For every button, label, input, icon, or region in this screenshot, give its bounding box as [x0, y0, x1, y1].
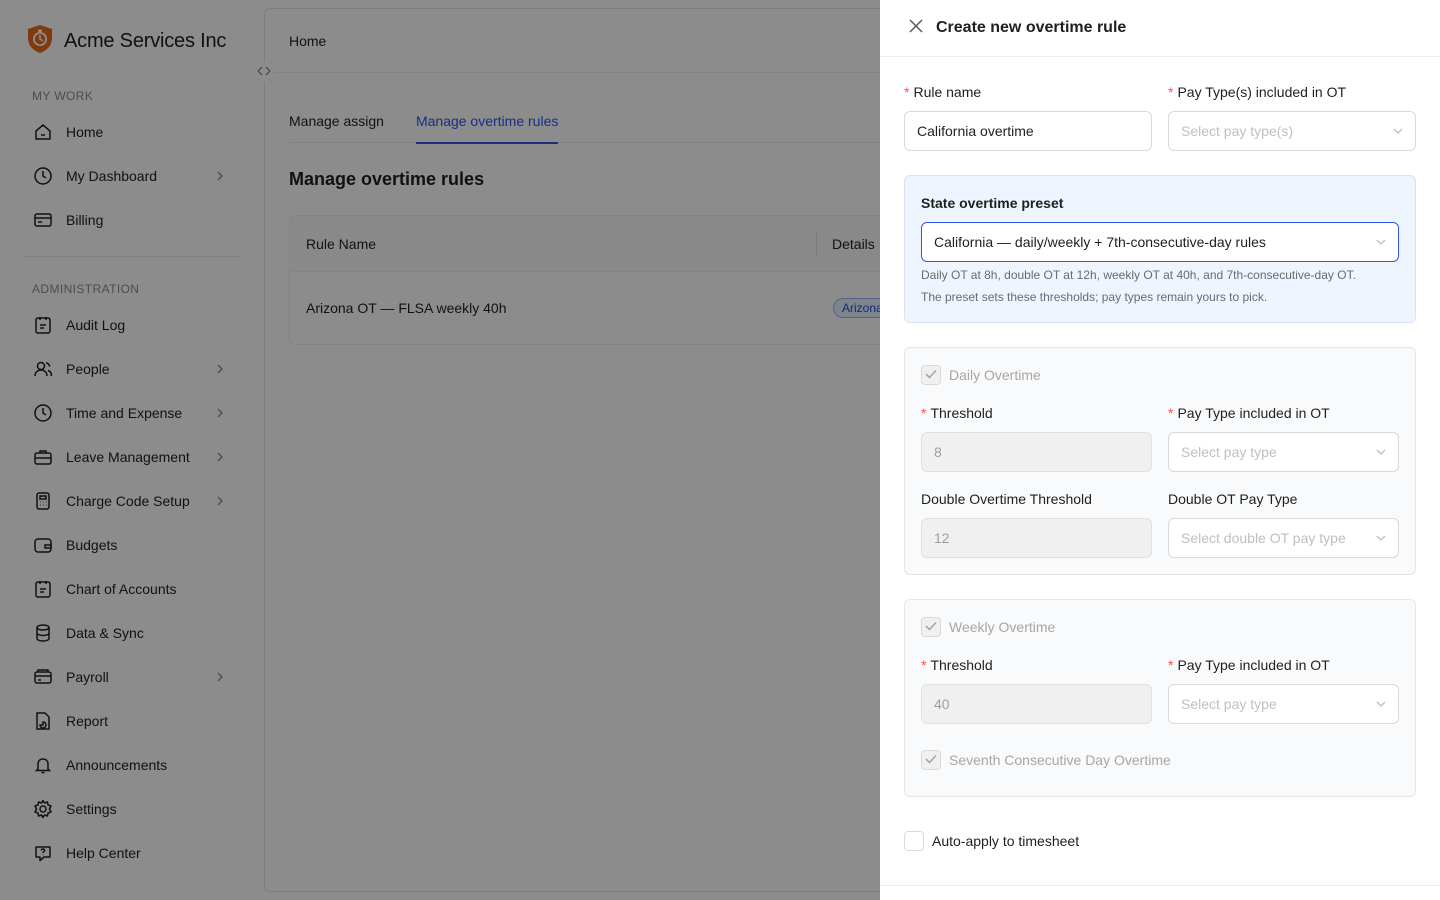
daily-pay-type-select[interactable]: Select pay type — [1168, 432, 1399, 472]
daily-overtime-checkbox[interactable] — [921, 365, 941, 385]
preset-value: California — daily/weekly + 7th-consecut… — [934, 234, 1266, 250]
daily-overtime-label: Daily Overtime — [949, 367, 1041, 383]
preset-help-line: The preset sets these thresholds; pay ty… — [921, 290, 1268, 304]
daily-pay-type-label: * Pay Type included in OT — [1168, 405, 1330, 421]
daily-threshold-label: * Threshold — [921, 405, 993, 421]
double-threshold-input[interactable]: 12 — [921, 518, 1152, 558]
create-overtime-rule-drawer: Create new overtime rule * Rule name Cali… — [880, 0, 1440, 900]
daily-overtime-checkbox-row[interactable]: Daily Overtime — [921, 365, 1041, 385]
check-icon — [925, 751, 937, 769]
weekly-overtime-label: Weekly Overtime — [949, 619, 1056, 635]
drawer-footer-divider — [880, 885, 1440, 886]
daily-threshold-input[interactable]: 8 — [921, 432, 1152, 472]
seventh-day-checkbox-row[interactable]: Seventh Consecutive Day Overtime — [921, 750, 1171, 770]
chevron-down-icon — [1374, 531, 1388, 545]
chevron-down-icon — [1374, 445, 1388, 459]
chevron-down-icon — [1391, 124, 1405, 138]
state-preset-select[interactable]: California — daily/weekly + 7th-consecut… — [921, 222, 1399, 262]
double-pay-type-placeholder: Select double OT pay type — [1181, 530, 1346, 546]
drawer-header: Create new overtime rule — [880, 0, 1440, 57]
weekly-pay-type-select[interactable]: Select pay type — [1168, 684, 1399, 724]
weekly-pay-type-placeholder: Select pay type — [1181, 696, 1277, 712]
double-pay-type-select[interactable]: Select double OT pay type — [1168, 518, 1399, 558]
chevron-down-icon — [1374, 697, 1388, 711]
preset-help-line: Daily OT at 8h, double OT at 12h, weekly… — [921, 268, 1356, 282]
double-pay-type-label: Double OT Pay Type — [1168, 491, 1298, 507]
check-icon — [925, 366, 937, 384]
pay-types-placeholder: Select pay type(s) — [1181, 123, 1294, 139]
daily-overtime-card: Daily Overtime * Threshold 8 * Pay Type in… — [904, 347, 1416, 575]
close-button[interactable] — [906, 18, 926, 38]
weekly-pay-type-label: * Pay Type included in OT — [1168, 657, 1330, 673]
pay-types-label: * Pay Type(s) included in OT — [1168, 84, 1347, 100]
auto-apply-checkbox-row[interactable]: Auto-apply to timesheet — [904, 831, 1079, 851]
modal-overlay[interactable] — [0, 0, 880, 900]
check-icon — [925, 618, 937, 636]
daily-pay-type-placeholder: Select pay type — [1181, 444, 1277, 460]
auto-apply-label: Auto-apply to timesheet — [932, 833, 1080, 849]
weekly-threshold-label: * Threshold — [921, 657, 993, 673]
auto-apply-checkbox[interactable] — [904, 831, 924, 851]
seventh-day-checkbox[interactable] — [921, 750, 941, 770]
pay-types-select[interactable]: Select pay type(s) — [1168, 111, 1416, 151]
weekly-overtime-checkbox-row[interactable]: Weekly Overtime — [921, 617, 1055, 637]
chevron-down-icon — [1374, 235, 1388, 249]
seventh-day-label: Seventh Consecutive Day Overtime — [949, 752, 1171, 768]
double-threshold-label: Double Overtime Threshold — [921, 491, 1092, 507]
state-preset-panel: State overtime preset California — daily… — [904, 175, 1416, 323]
drawer-title: Create new overtime rule — [936, 19, 1127, 36]
weekly-overtime-card: Weekly Overtime * Threshold 40 * Pay Type … — [904, 599, 1416, 797]
weekly-overtime-checkbox[interactable] — [921, 617, 941, 637]
weekly-threshold-input[interactable]: 40 — [921, 684, 1152, 724]
preset-title: State overtime preset — [921, 195, 1064, 211]
close-icon — [909, 18, 923, 38]
rule-name-input[interactable]: California overtime — [904, 111, 1152, 151]
rule-name-label: * Rule name — [904, 84, 982, 100]
preset-help-text: Daily OT at 8h, double OT at 12h, weekly… — [921, 264, 1401, 308]
